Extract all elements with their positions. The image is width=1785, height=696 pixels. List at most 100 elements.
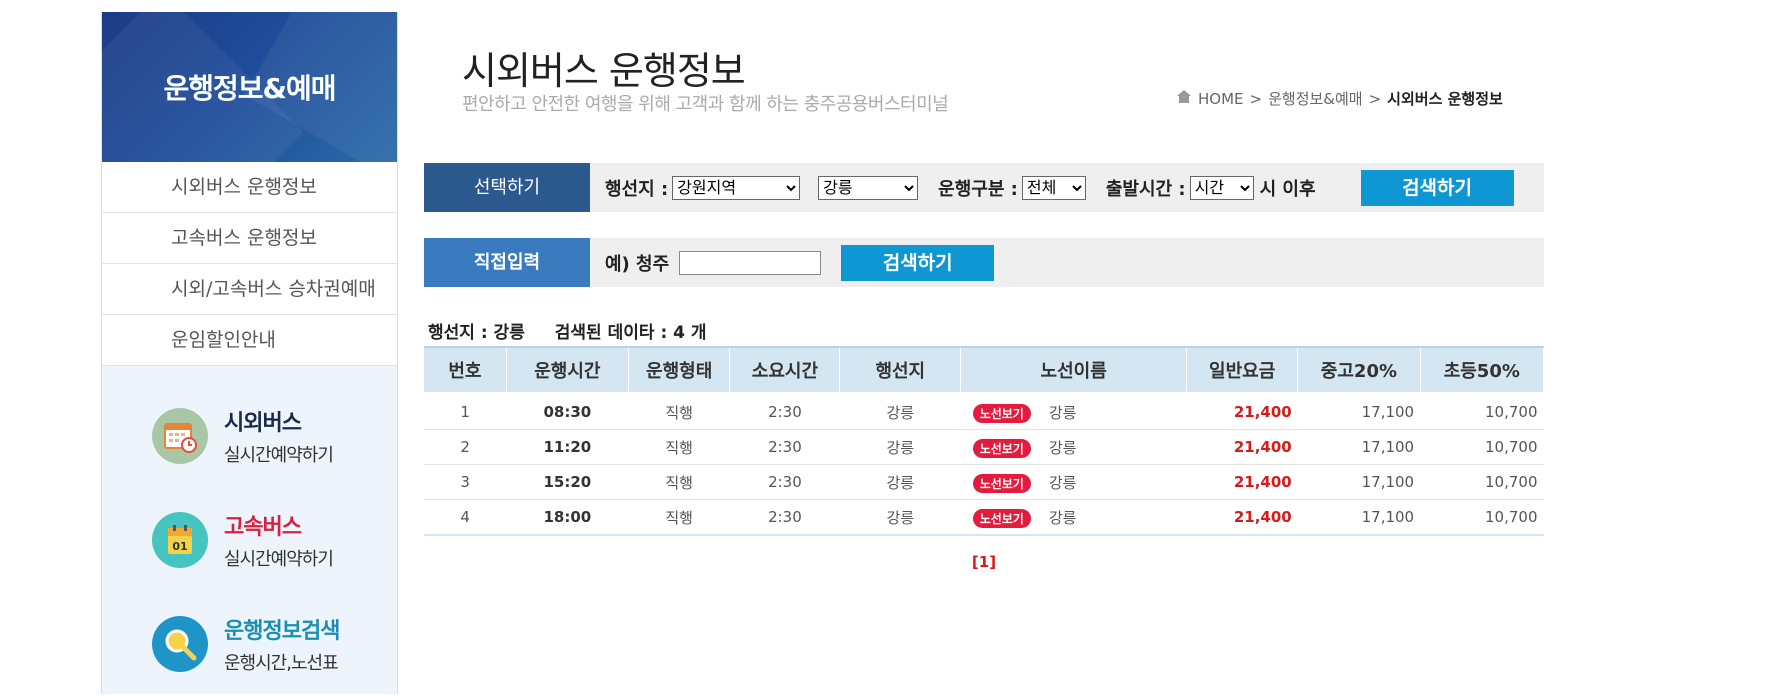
cell-fare: 21,400 (1186, 499, 1298, 536)
sidebar-item-express-info[interactable]: 고속버스 운행정보 (102, 213, 397, 264)
col-header-elementary: 초등50% (1420, 346, 1545, 392)
city-select[interactable]: 강릉 (818, 175, 919, 200)
service-type-label: 운행구분 : (938, 178, 1018, 200)
sidebar: 운행정보&예매 시외버스 운행정보 고속버스 운행정보 시외/고속버스 승차권예… (101, 12, 398, 694)
cell-fare: 21,400 (1186, 464, 1298, 500)
breadcrumb-separator: > (1249, 89, 1263, 108)
route-view-button[interactable]: 노선보기 (972, 403, 1031, 423)
sidebar-item-ticket-booking[interactable]: 시외/고속버스 승차권예매 (102, 264, 397, 315)
cell-no: 4 (424, 499, 507, 536)
sidebar-header: 운행정보&예매 (102, 12, 397, 162)
direct-search-button[interactable]: 검색하기 (841, 244, 995, 281)
route-name: 강릉 (1048, 403, 1077, 422)
summary-count: 검색된 데이타 : 4 개 (554, 323, 707, 343)
cell-middle-high: 17,100 (1297, 392, 1421, 430)
cell-destination: 강릉 (839, 392, 961, 430)
quick-links: 시외버스 실시간예약하기 01 고속버스 실시간예약하기 운행정보검색 운행시간… (102, 366, 397, 696)
breadcrumb-separator: > (1368, 89, 1382, 108)
cell-duration: 2:30 (729, 499, 840, 536)
cell-route: 노선보기 강릉 (960, 392, 1187, 430)
cell-middle-high: 17,100 (1297, 464, 1421, 500)
quick-express-reservation[interactable]: 01 고속버스 실시간예약하기 (102, 488, 397, 592)
calendar-clock-icon (152, 408, 208, 464)
select-search-bar: 선택하기 행선지 : 강원지역 강릉 운행구분 : 전체 출발시간 : 시간 시… (424, 163, 1544, 212)
cell-type: 직행 (628, 464, 730, 500)
breadcrumb-current: 시외버스 운행정보 (1387, 90, 1503, 108)
cell-fare: 21,400 (1186, 429, 1298, 465)
route-name: 강릉 (1048, 438, 1077, 457)
col-header-middle-high: 중고20% (1297, 346, 1421, 392)
col-header-time: 운행시간 (506, 346, 629, 392)
cell-no: 1 (424, 392, 507, 430)
table-row: 4 18:00 직행 2:30 강릉 노선보기 강릉 21,400 17,100 … (424, 499, 1544, 536)
cell-route: 노선보기 강릉 (960, 499, 1187, 536)
sidebar-item-fare-discount[interactable]: 운임할인안내 (102, 315, 397, 366)
calendar-01-icon: 01 (152, 512, 208, 568)
page-subtitle: 편안하고 안전한 여행을 위해 고객과 함께 하는 충주공용버스터미널 (462, 94, 949, 115)
route-view-button[interactable]: 노선보기 (972, 473, 1031, 493)
breadcrumb-level1[interactable]: 운행정보&예매 (1268, 88, 1363, 109)
table-header-row: 번호 운행시간 운행형태 소요시간 행선지 노선이름 일반요금 중고20% 초등… (424, 346, 1545, 392)
quick-schedule-search[interactable]: 운행정보검색 운행시간,노선표 (102, 592, 397, 696)
quick-intercity-title: 시외버스 (224, 411, 302, 436)
home-icon[interactable] (1176, 89, 1192, 108)
quick-search-title: 운행정보검색 (224, 619, 340, 644)
col-header-fare: 일반요금 (1186, 346, 1299, 392)
quick-express-sub: 실시간예약하기 (224, 549, 334, 570)
after-hour-label: 시 이후 (1259, 178, 1316, 200)
pagination: [1] (424, 553, 1544, 571)
summary-destination: 행선지 : 강릉 (428, 323, 525, 343)
destination-label: 행선지 : (605, 178, 669, 200)
cell-route: 노선보기 강릉 (960, 429, 1187, 465)
cell-type: 직행 (628, 392, 730, 430)
sidebar-item-intercity-info[interactable]: 시외버스 운행정보 (102, 162, 397, 213)
route-view-button[interactable]: 노선보기 (972, 508, 1031, 528)
cell-destination: 강릉 (839, 429, 961, 465)
cell-duration: 2:30 (729, 392, 840, 430)
route-view-button[interactable]: 노선보기 (972, 438, 1031, 458)
col-header-duration: 소요시간 (729, 346, 841, 392)
page-link-current[interactable]: [1] (972, 553, 996, 571)
quick-search-sub: 운행시간,노선표 (224, 653, 339, 674)
select-search-button[interactable]: 검색하기 (1360, 169, 1514, 206)
region-select[interactable]: 강원지역 (672, 175, 801, 200)
schedule-table: 번호 운행시간 운행형태 소요시간 행선지 노선이름 일반요금 중고20% 초등… (424, 346, 1545, 536)
table-row: 1 08:30 직행 2:30 강릉 노선보기 강릉 21,400 17,100 … (424, 392, 1544, 430)
departure-time-select[interactable]: 시간 (1189, 175, 1254, 200)
search-summary: 행선지 : 강릉 검색된 데이타 : 4 개 (428, 318, 707, 343)
table-row: 3 15:20 직행 2:30 강릉 노선보기 강릉 21,400 17,100 … (424, 464, 1544, 500)
cell-type: 직행 (628, 429, 730, 465)
route-name: 강릉 (1048, 473, 1077, 492)
cell-time: 18:00 (506, 499, 629, 536)
breadcrumb: HOME > 운행정보&예매 > 시외버스 운행정보 (1176, 88, 1503, 109)
cell-destination: 강릉 (839, 464, 961, 500)
page-title: 시외버스 운행정보 (462, 49, 746, 93)
direct-destination-input[interactable] (679, 250, 822, 275)
direct-search-bar: 직접입력 예) 청주 검색하기 (424, 238, 1544, 287)
sidebar-title: 운행정보&예매 (163, 72, 337, 105)
search-icon (152, 616, 208, 672)
quick-intercity-reservation[interactable]: 시외버스 실시간예약하기 (102, 384, 397, 488)
direct-search-label: 직접입력 (424, 238, 590, 287)
cell-elementary: 10,700 (1420, 464, 1544, 500)
sidebar-menu: 시외버스 운행정보 고속버스 운행정보 시외/고속버스 승차권예매 운임할인안내 (102, 162, 397, 366)
service-type-select[interactable]: 전체 (1021, 175, 1086, 200)
col-header-destination: 행선지 (839, 346, 962, 392)
select-search-label: 선택하기 (424, 163, 590, 212)
cell-duration: 2:30 (729, 464, 840, 500)
cell-destination: 강릉 (839, 499, 961, 536)
calendar-day-text: 01 (172, 540, 187, 553)
cell-middle-high: 17,100 (1297, 499, 1421, 536)
cell-type: 직행 (628, 499, 730, 536)
cell-fare: 21,400 (1186, 392, 1298, 430)
cell-no: 3 (424, 464, 507, 500)
breadcrumb-home[interactable]: HOME (1198, 90, 1244, 108)
cell-time: 11:20 (506, 429, 629, 465)
col-header-no: 번호 (424, 346, 507, 392)
table-row: 2 11:20 직행 2:30 강릉 노선보기 강릉 21,400 17,100 … (424, 429, 1544, 465)
cell-elementary: 10,700 (1420, 499, 1544, 536)
departure-time-label: 출발시간 : (1105, 178, 1186, 200)
col-header-route: 노선이름 (960, 346, 1188, 392)
cell-elementary: 10,700 (1420, 429, 1544, 465)
direct-example-label: 예) 청주 (605, 253, 670, 275)
